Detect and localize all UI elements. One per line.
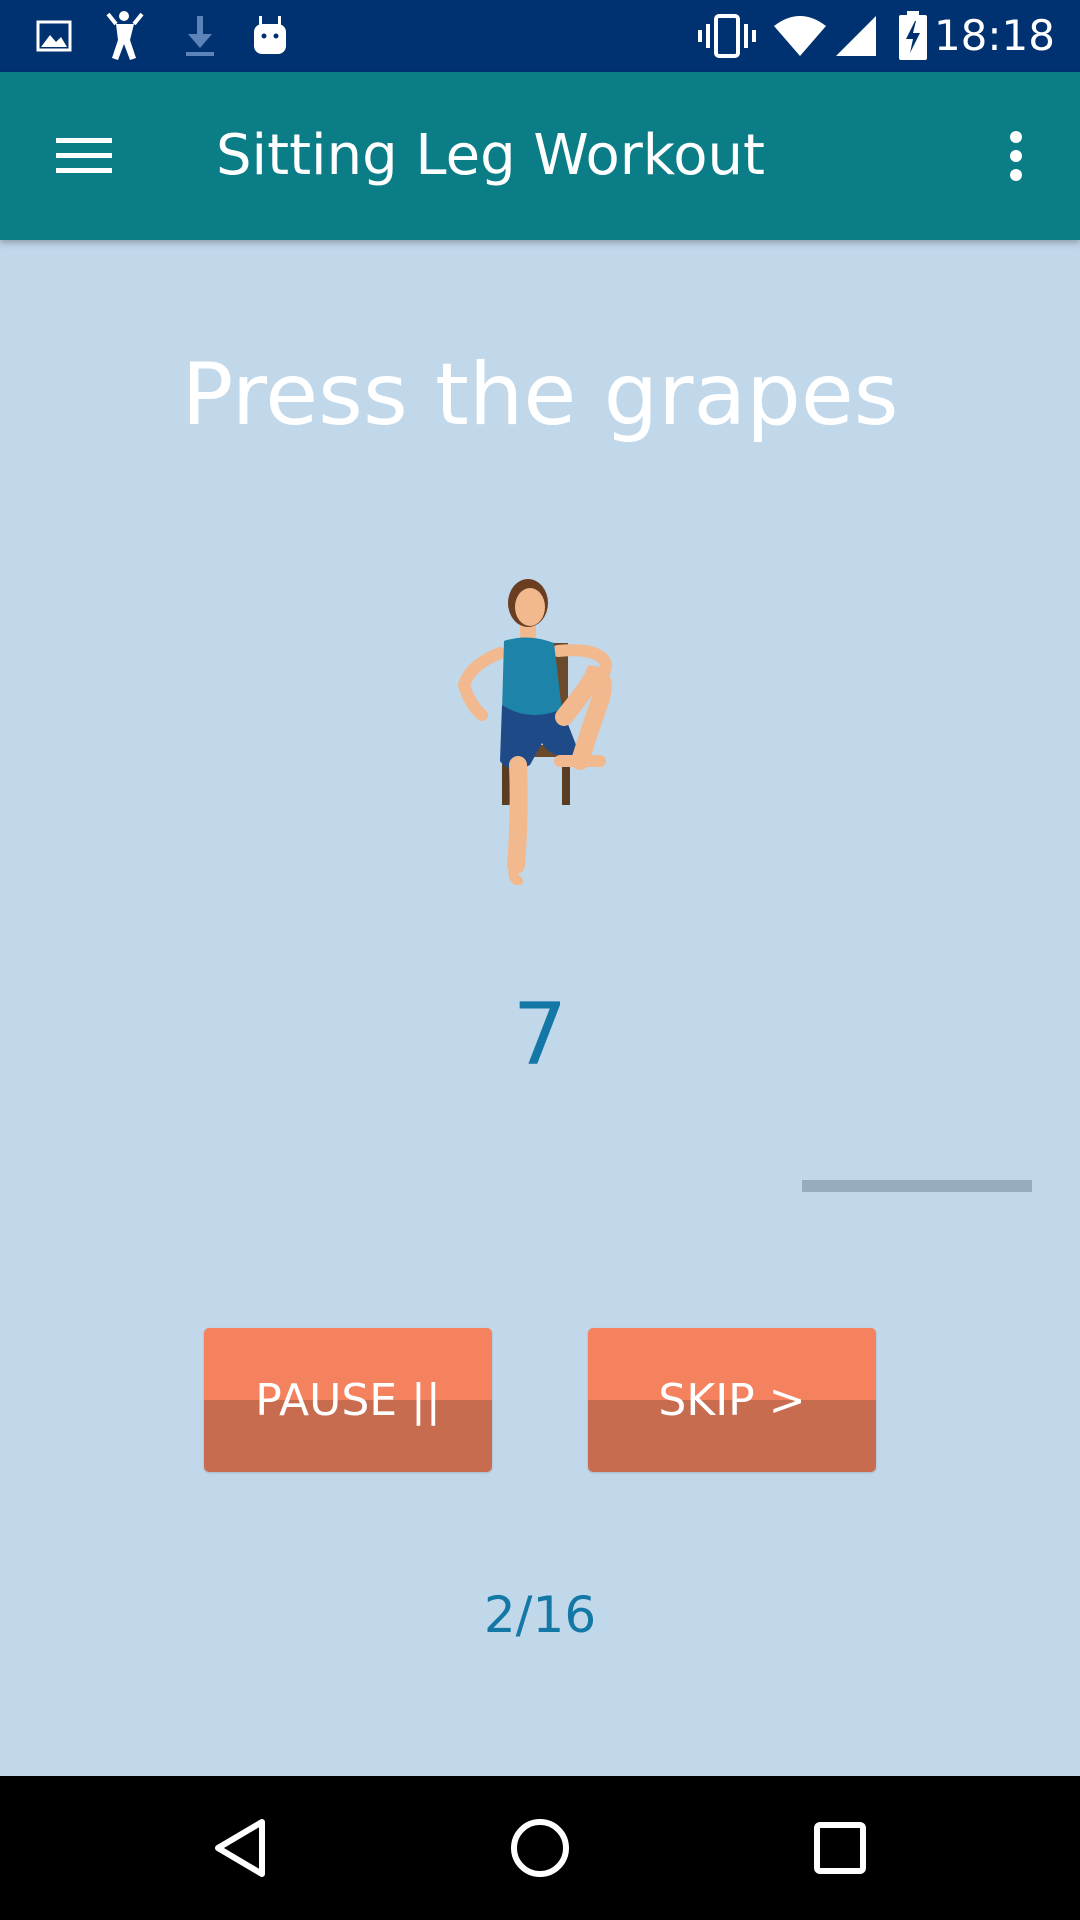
exercise-title: Press the grapes bbox=[181, 345, 899, 445]
app-title: Sitting Leg Workout bbox=[216, 123, 765, 188]
back-icon bbox=[215, 1819, 265, 1877]
seated-exercise-figure-icon bbox=[457, 579, 613, 886]
android-icon bbox=[250, 0, 290, 72]
menu-button[interactable] bbox=[40, 112, 128, 200]
rep-counter: 7 bbox=[512, 985, 568, 1085]
battery-charging-icon bbox=[896, 0, 930, 72]
status-time: 18:18 bbox=[933, 11, 1055, 60]
pause-button[interactable]: PAUSE || bbox=[204, 1328, 492, 1472]
home-icon bbox=[511, 1819, 569, 1877]
vibrate-icon bbox=[698, 0, 756, 72]
recents-button[interactable] bbox=[780, 1804, 900, 1892]
image-icon bbox=[34, 0, 74, 72]
progress-bar bbox=[802, 1180, 1032, 1192]
back-button[interactable] bbox=[180, 1804, 300, 1892]
wifi-icon bbox=[772, 0, 828, 72]
exercise-illustration bbox=[430, 565, 630, 886]
exercise-progress-label: 2/16 bbox=[483, 1586, 597, 1644]
status-bar: 18:18 bbox=[0, 0, 1080, 72]
navigation-bar bbox=[0, 1776, 1080, 1920]
recents-icon bbox=[814, 1822, 866, 1874]
home-button[interactable] bbox=[480, 1804, 600, 1892]
more-vert-icon bbox=[1010, 131, 1022, 181]
hamburger-menu-icon bbox=[56, 138, 112, 173]
skip-button[interactable]: SKIP > bbox=[588, 1328, 876, 1472]
signal-icon bbox=[832, 0, 880, 72]
overflow-menu-button[interactable] bbox=[976, 112, 1056, 200]
app-bar: Sitting Leg Workout bbox=[0, 72, 1080, 240]
download-icon bbox=[180, 0, 220, 72]
figure-icon bbox=[106, 0, 146, 72]
workout-screen: 18:18 Sitting Leg Workout Press the grap… bbox=[0, 0, 1080, 1920]
